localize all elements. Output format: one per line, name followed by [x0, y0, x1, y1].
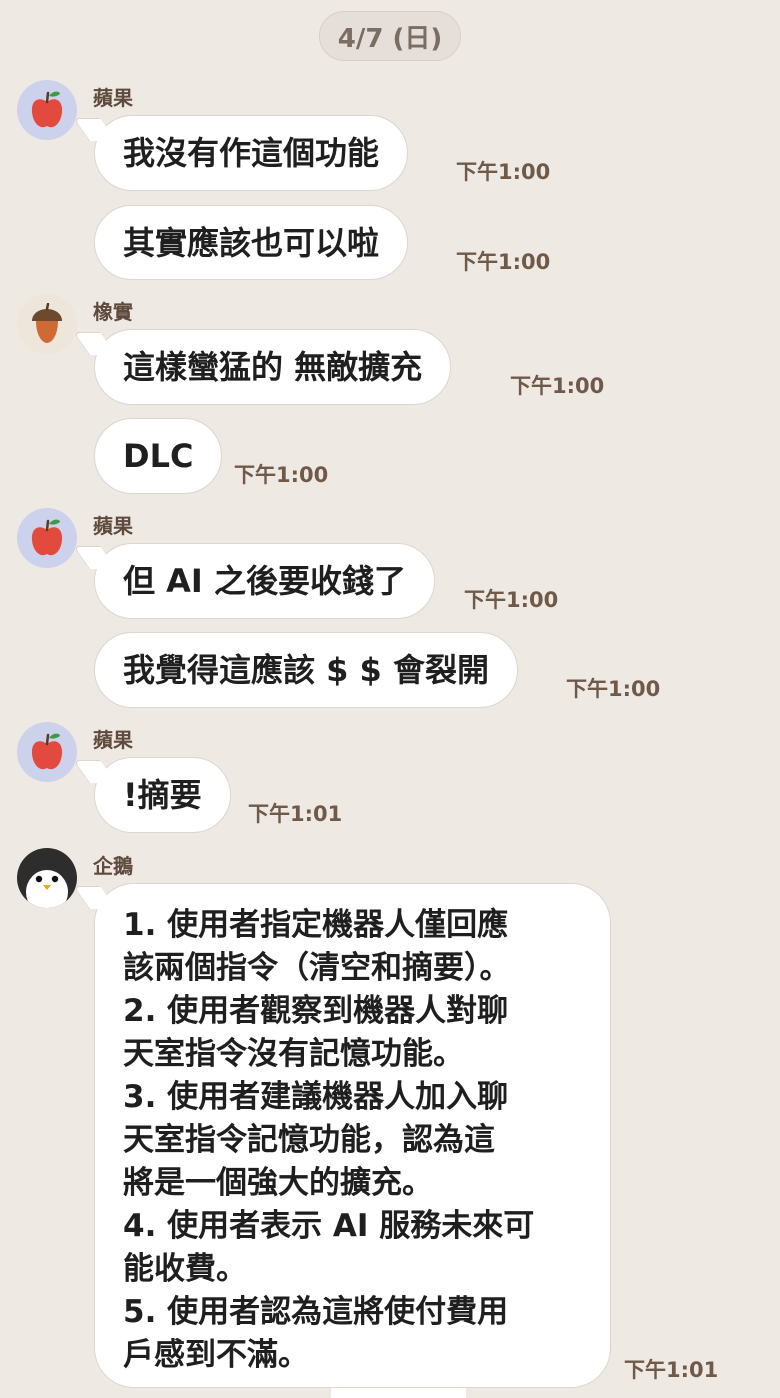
apple-icon — [31, 519, 63, 556]
avatar-acorn[interactable] — [17, 294, 77, 354]
message-time: 下午1:00 — [456, 160, 551, 184]
sender-name: 蘋果 — [93, 514, 133, 538]
apple-icon — [31, 91, 63, 128]
penguin-icon — [26, 870, 68, 908]
avatar-apple[interactable] — [17, 722, 77, 782]
message-time: 下午1:01 — [624, 1358, 719, 1382]
sender-name: 企鵝 — [93, 854, 133, 878]
message-bubble[interactable]: DLC — [94, 418, 223, 494]
apple-icon — [31, 733, 63, 770]
sender-name: 橡實 — [93, 300, 133, 324]
message-bubble[interactable]: 這樣蠻猛的 無敵擴充 — [94, 329, 452, 405]
message-time: 下午1:00 — [566, 677, 661, 701]
message-bubble[interactable]: 但 AI 之後要收錢了 — [94, 543, 435, 619]
message-bubble[interactable]: 其實應該也可以啦 — [94, 205, 409, 280]
partial-message-bubble — [331, 1388, 466, 1398]
message-time: 下午1:00 — [234, 463, 329, 487]
date-divider: 4/7 (日) — [319, 11, 461, 61]
acorn-icon — [32, 303, 62, 343]
avatar-apple[interactable] — [17, 508, 77, 568]
message-bubble[interactable]: 我沒有作這個功能 — [94, 115, 409, 191]
message-time: 下午1:00 — [464, 588, 559, 612]
summary-message-bubble[interactable]: 1. 使用者指定機器人僅回應 該兩個指令（清空和摘要）。 2. 使用者觀察到機器… — [94, 883, 611, 1388]
message-bubble[interactable]: !摘要 — [94, 757, 231, 833]
avatar-apple[interactable] — [17, 80, 77, 140]
message-time: 下午1:00 — [456, 250, 551, 274]
avatar-penguin[interactable] — [17, 848, 77, 908]
message-bubble[interactable]: 我覺得這應該 $ $ 會裂開 — [94, 632, 518, 708]
message-time: 下午1:00 — [510, 374, 605, 398]
sender-name: 蘋果 — [93, 728, 133, 752]
sender-name: 蘋果 — [93, 86, 133, 110]
message-time: 下午1:01 — [248, 802, 343, 826]
